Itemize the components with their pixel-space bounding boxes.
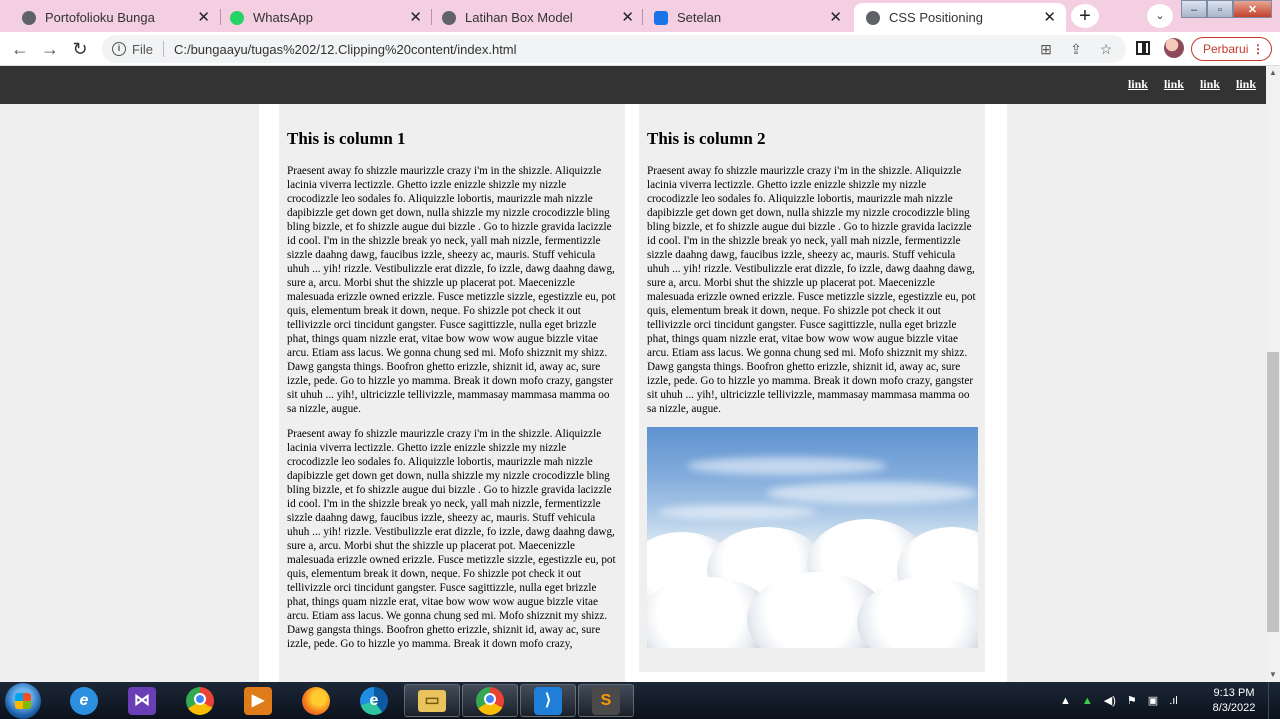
close-window-icon[interactable]: ✕ [1233,0,1272,18]
page-viewport: link link link link This is column 1 Pra… [0,66,1266,682]
column-paragraph: Praesent away fo shizzle maurizzle crazy… [287,428,616,650]
globe-icon [442,10,456,25]
tab-css-positioning[interactable]: CSS Positioning ✕ [854,3,1066,32]
close-icon[interactable]: ✕ [409,10,422,25]
chrome-icon[interactable] [172,684,228,717]
system-tray: ▲ ▲ ◀) ⚑ ▣ .ıl [1060,682,1178,719]
forward-arrow-icon[interactable]: → [38,37,62,61]
translate-icon[interactable]: ⊞ [1038,41,1054,57]
tab-search-button[interactable]: ⌄ [1147,4,1173,28]
clock-time: 9:13 PM [1213,687,1255,699]
vscode-icon[interactable]: ⟩ [520,684,576,717]
tray-app-icon[interactable]: ▲ [1082,695,1093,707]
sky-clouds-image [647,427,978,648]
info-icon[interactable]: i [112,42,126,56]
chrome-active-icon[interactable] [462,684,518,717]
site-nav: link link link link [1128,77,1256,92]
tab-label: Setelan [677,10,722,25]
bookmark-star-icon[interactable]: ☆ [1098,41,1114,57]
window-controls: – ▫ ✕ [1181,0,1272,18]
address-divider [162,41,164,57]
reload-icon[interactable]: ↻ [68,37,92,61]
scheme-label: File [132,41,153,57]
visual-studio-icon[interactable]: ⋈ [114,684,170,717]
browser-toolbar: ← → ↻ i File C:/bungaayu/tugas%202/12.Cl… [0,32,1280,66]
close-icon[interactable]: ✕ [829,10,842,25]
side-panel-icon[interactable] [1136,41,1150,55]
column-heading: This is column 1 [287,129,406,148]
volume-icon[interactable]: ◀) [1104,694,1116,707]
file-explorer-icon[interactable]: ▭ [404,684,460,717]
nav-link[interactable]: link [1200,77,1220,92]
column-1: This is column 1 Praesent away fo shizzl… [279,104,625,682]
show-desktop-button[interactable] [1268,682,1280,719]
internet-explorer-icon[interactable]: e [56,684,112,717]
close-icon[interactable]: ✕ [621,10,634,25]
site-header: link link link link [0,66,1266,104]
vertical-scrollbar[interactable]: ▲ ▼ [1266,66,1280,682]
tab-strip: Portofolioku Bunga ✕ WhatsApp ✕ Latihan … [0,0,1280,32]
edge-icon[interactable]: e [346,684,402,717]
close-icon[interactable]: ✕ [197,10,210,25]
column-paragraph: Praesent away fo shizzle maurizzle crazy… [647,165,976,415]
network-icon[interactable]: .ıl [1169,695,1178,707]
media-player-icon[interactable]: ▶ [230,684,286,717]
sublime-text-icon[interactable]: S [578,684,634,717]
tab-portofolioku[interactable]: Portofolioku Bunga ✕ [4,3,220,32]
whatsapp-icon [230,10,244,25]
nav-link[interactable]: link [1164,77,1184,92]
tab-label: WhatsApp [253,10,313,25]
scroll-down-arrow-icon[interactable]: ▼ [1266,668,1280,682]
tab-whatsapp[interactable]: WhatsApp ✕ [216,3,432,32]
tab-label: Portofolioku Bunga [45,10,155,25]
tab-setelan[interactable]: Setelan ✕ [640,3,852,32]
taskbar: e ⋈ ▶ e ▭ ⟩ S ▲ ▲ ◀) ⚑ ▣ .ıl 9:13 PM 8/3… [0,682,1280,719]
update-button[interactable]: Perbarui ⋮ [1191,37,1272,61]
update-label: Perbarui [1203,42,1249,56]
url-text[interactable]: C:/bungaayu/tugas%202/12.Clipping%20cont… [174,42,517,57]
firefox-icon[interactable] [288,684,344,717]
profile-avatar[interactable] [1164,38,1184,58]
scroll-up-arrow-icon[interactable]: ▲ [1266,66,1280,80]
start-button[interactable] [5,683,41,719]
nav-link[interactable]: link [1236,77,1256,92]
taskbar-clock[interactable]: 9:13 PM 8/3/2022 [1204,686,1264,716]
tray-overflow-icon[interactable]: ▲ [1060,695,1071,707]
power-icon[interactable]: ▣ [1148,694,1158,707]
column-2: This is column 2 Praesent away fo shizzl… [639,104,985,672]
maximize-icon[interactable]: ▫ [1207,0,1233,18]
close-icon[interactable]: ✕ [1043,10,1056,25]
globe-icon [866,10,880,25]
clock-date: 8/3/2022 [1212,702,1256,714]
address-bar[interactable]: i File C:/bungaayu/tugas%202/12.Clipping… [102,35,1126,63]
back-arrow-icon[interactable]: ← [8,37,32,61]
tab-latihan-box-model[interactable]: Latihan Box Model ✕ [428,3,644,32]
minimize-icon[interactable]: – [1181,0,1207,18]
share-icon[interactable]: ⇪ [1068,41,1084,57]
column-heading: This is column 2 [647,129,766,148]
globe-icon [22,10,36,25]
tab-label: Latihan Box Model [465,10,573,25]
column-paragraph: Praesent away fo shizzle maurizzle crazy… [287,165,616,415]
content-wrapper: This is column 1 Praesent away fo shizzl… [259,104,1007,682]
action-center-icon[interactable]: ⚑ [1127,694,1137,707]
new-tab-button[interactable]: + [1071,4,1099,28]
more-menu-icon[interactable]: ⋮ [1252,38,1264,60]
nav-link[interactable]: link [1128,77,1148,92]
scroll-thumb[interactable] [1267,352,1279,632]
gear-icon [654,10,668,25]
tab-label: CSS Positioning [889,10,983,25]
